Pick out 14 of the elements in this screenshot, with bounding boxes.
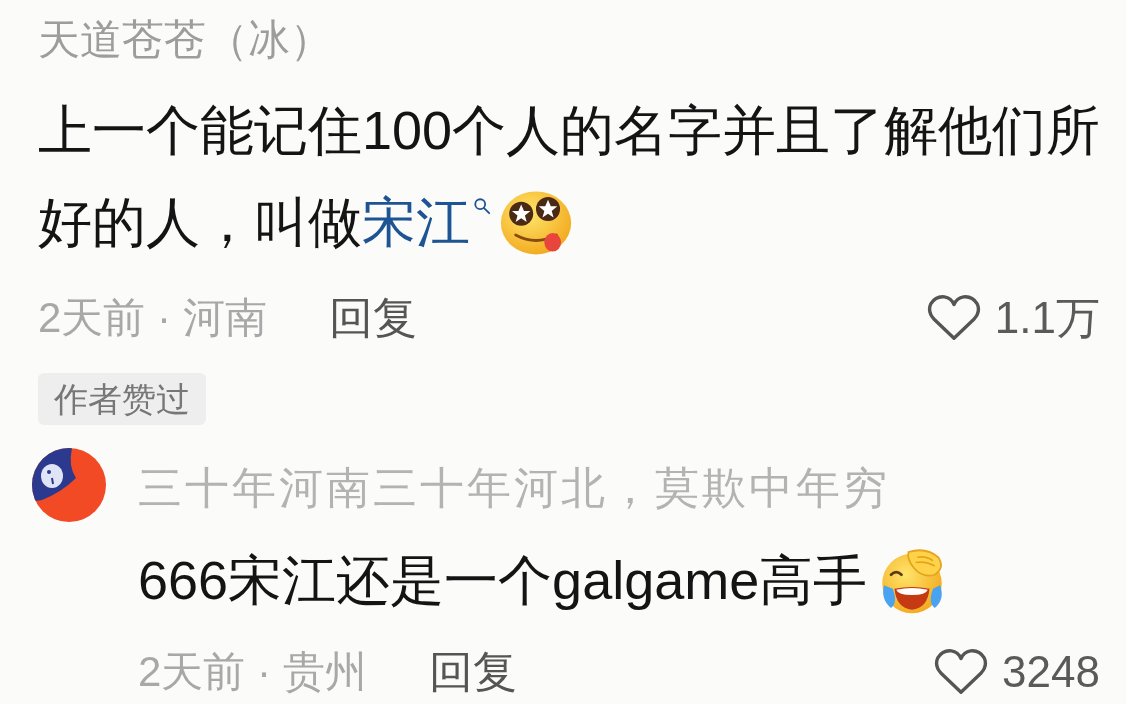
comment-text: 上一个能记住100个人的名字并且了解他们所 bbox=[38, 98, 1101, 162]
heart-icon[interactable] bbox=[926, 294, 981, 342]
post-time-location: 2天前 · 河南 bbox=[38, 293, 267, 343]
comment-text: 666宋江还是一个galgame高手 bbox=[138, 548, 868, 612]
reply-button[interactable]: 回复 bbox=[328, 291, 417, 345]
like-count: 1.1万 bbox=[994, 291, 1100, 344]
post-time-location: 2天前 · 贵州 bbox=[138, 647, 367, 697]
comment-text: 好的人，叫做宋江 bbox=[38, 189, 491, 255]
reply-button[interactable]: 回复 bbox=[428, 645, 517, 699]
keyword-link[interactable]: 宋江 bbox=[362, 191, 491, 252]
heart-icon[interactable] bbox=[934, 648, 989, 696]
author-liked-badge: 作者赞过 bbox=[38, 373, 206, 425]
search-icon bbox=[473, 196, 491, 215]
like-count: 3248 bbox=[1002, 647, 1100, 697]
